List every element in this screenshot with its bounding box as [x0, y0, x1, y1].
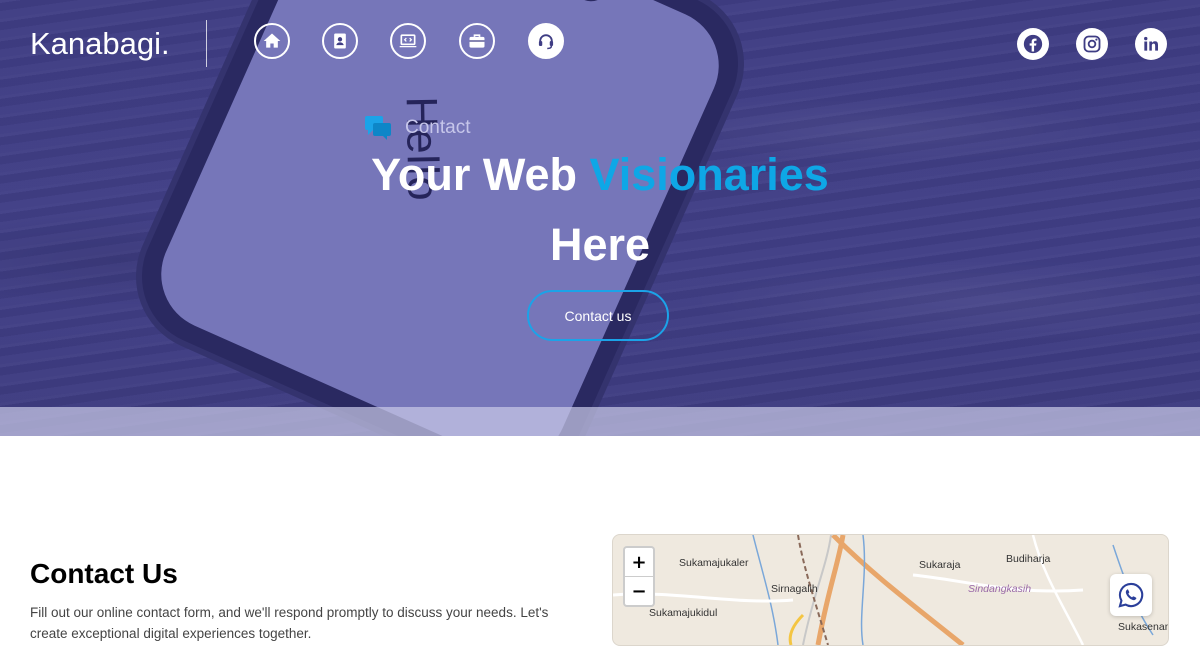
hero-eyebrow: Contact — [364, 115, 470, 141]
contact-description: Fill out our online contact form, and we… — [30, 605, 549, 641]
map-place-2: Sirnagalih — [771, 583, 818, 595]
nav-contact[interactable] — [528, 23, 564, 59]
headset-icon — [538, 34, 554, 50]
map-place-5: Budiharja — [1006, 553, 1051, 565]
map-place-3: Sukamajukidul — [649, 607, 718, 619]
briefcase-icon — [469, 34, 485, 48]
hero-eyebrow-label: Contact — [405, 117, 471, 138]
linkedin-icon — [1144, 36, 1158, 51]
hero-headline: Your Web Visionaries Here — [300, 140, 900, 280]
map-place-1: Sukamajukaler — [679, 557, 749, 569]
contact-book-icon — [334, 33, 346, 49]
laptop-code-icon — [399, 34, 417, 48]
chat-bubbles-icon — [365, 116, 391, 140]
facebook-link[interactable] — [1017, 28, 1049, 60]
home-icon — [263, 33, 281, 48]
map-place-4: Sukaraja — [919, 559, 961, 571]
instagram-icon — [1083, 35, 1101, 53]
contact-us-button[interactable]: Contact us — [527, 290, 669, 341]
nav-services[interactable] — [390, 23, 426, 59]
contact-title: Contact Us — [30, 558, 178, 589]
map-place-6: Sindangkasih — [968, 583, 1032, 595]
headline-accent: Visionaries — [589, 149, 829, 200]
headline-part2: Here — [549, 219, 651, 270]
map-roads — [613, 535, 1154, 645]
map-place-7: Sukasenang — [1118, 621, 1168, 633]
facebook-icon — [1023, 34, 1043, 54]
location-map[interactable]: Sukamajukaler Sirnagalih Sukamajukidul S… — [612, 534, 1169, 646]
nav-portfolio[interactable] — [459, 23, 495, 59]
brand-logo[interactable]: Kanabagi. — [30, 26, 170, 62]
whatsapp-button[interactable] — [1110, 574, 1152, 616]
hero-bottom-strip — [0, 407, 1200, 436]
whatsapp-icon — [1118, 582, 1144, 608]
instagram-link[interactable] — [1076, 28, 1108, 60]
nav-home[interactable] — [254, 23, 290, 59]
map-zoom-control: + − — [623, 546, 655, 607]
zoom-in-button[interactable]: + — [625, 548, 653, 576]
linkedin-link[interactable] — [1135, 28, 1167, 60]
headline-part1: Your Web — [371, 149, 590, 200]
zoom-out-button[interactable]: − — [625, 576, 653, 605]
nav-about[interactable] — [322, 23, 358, 59]
brand-divider — [206, 20, 207, 67]
